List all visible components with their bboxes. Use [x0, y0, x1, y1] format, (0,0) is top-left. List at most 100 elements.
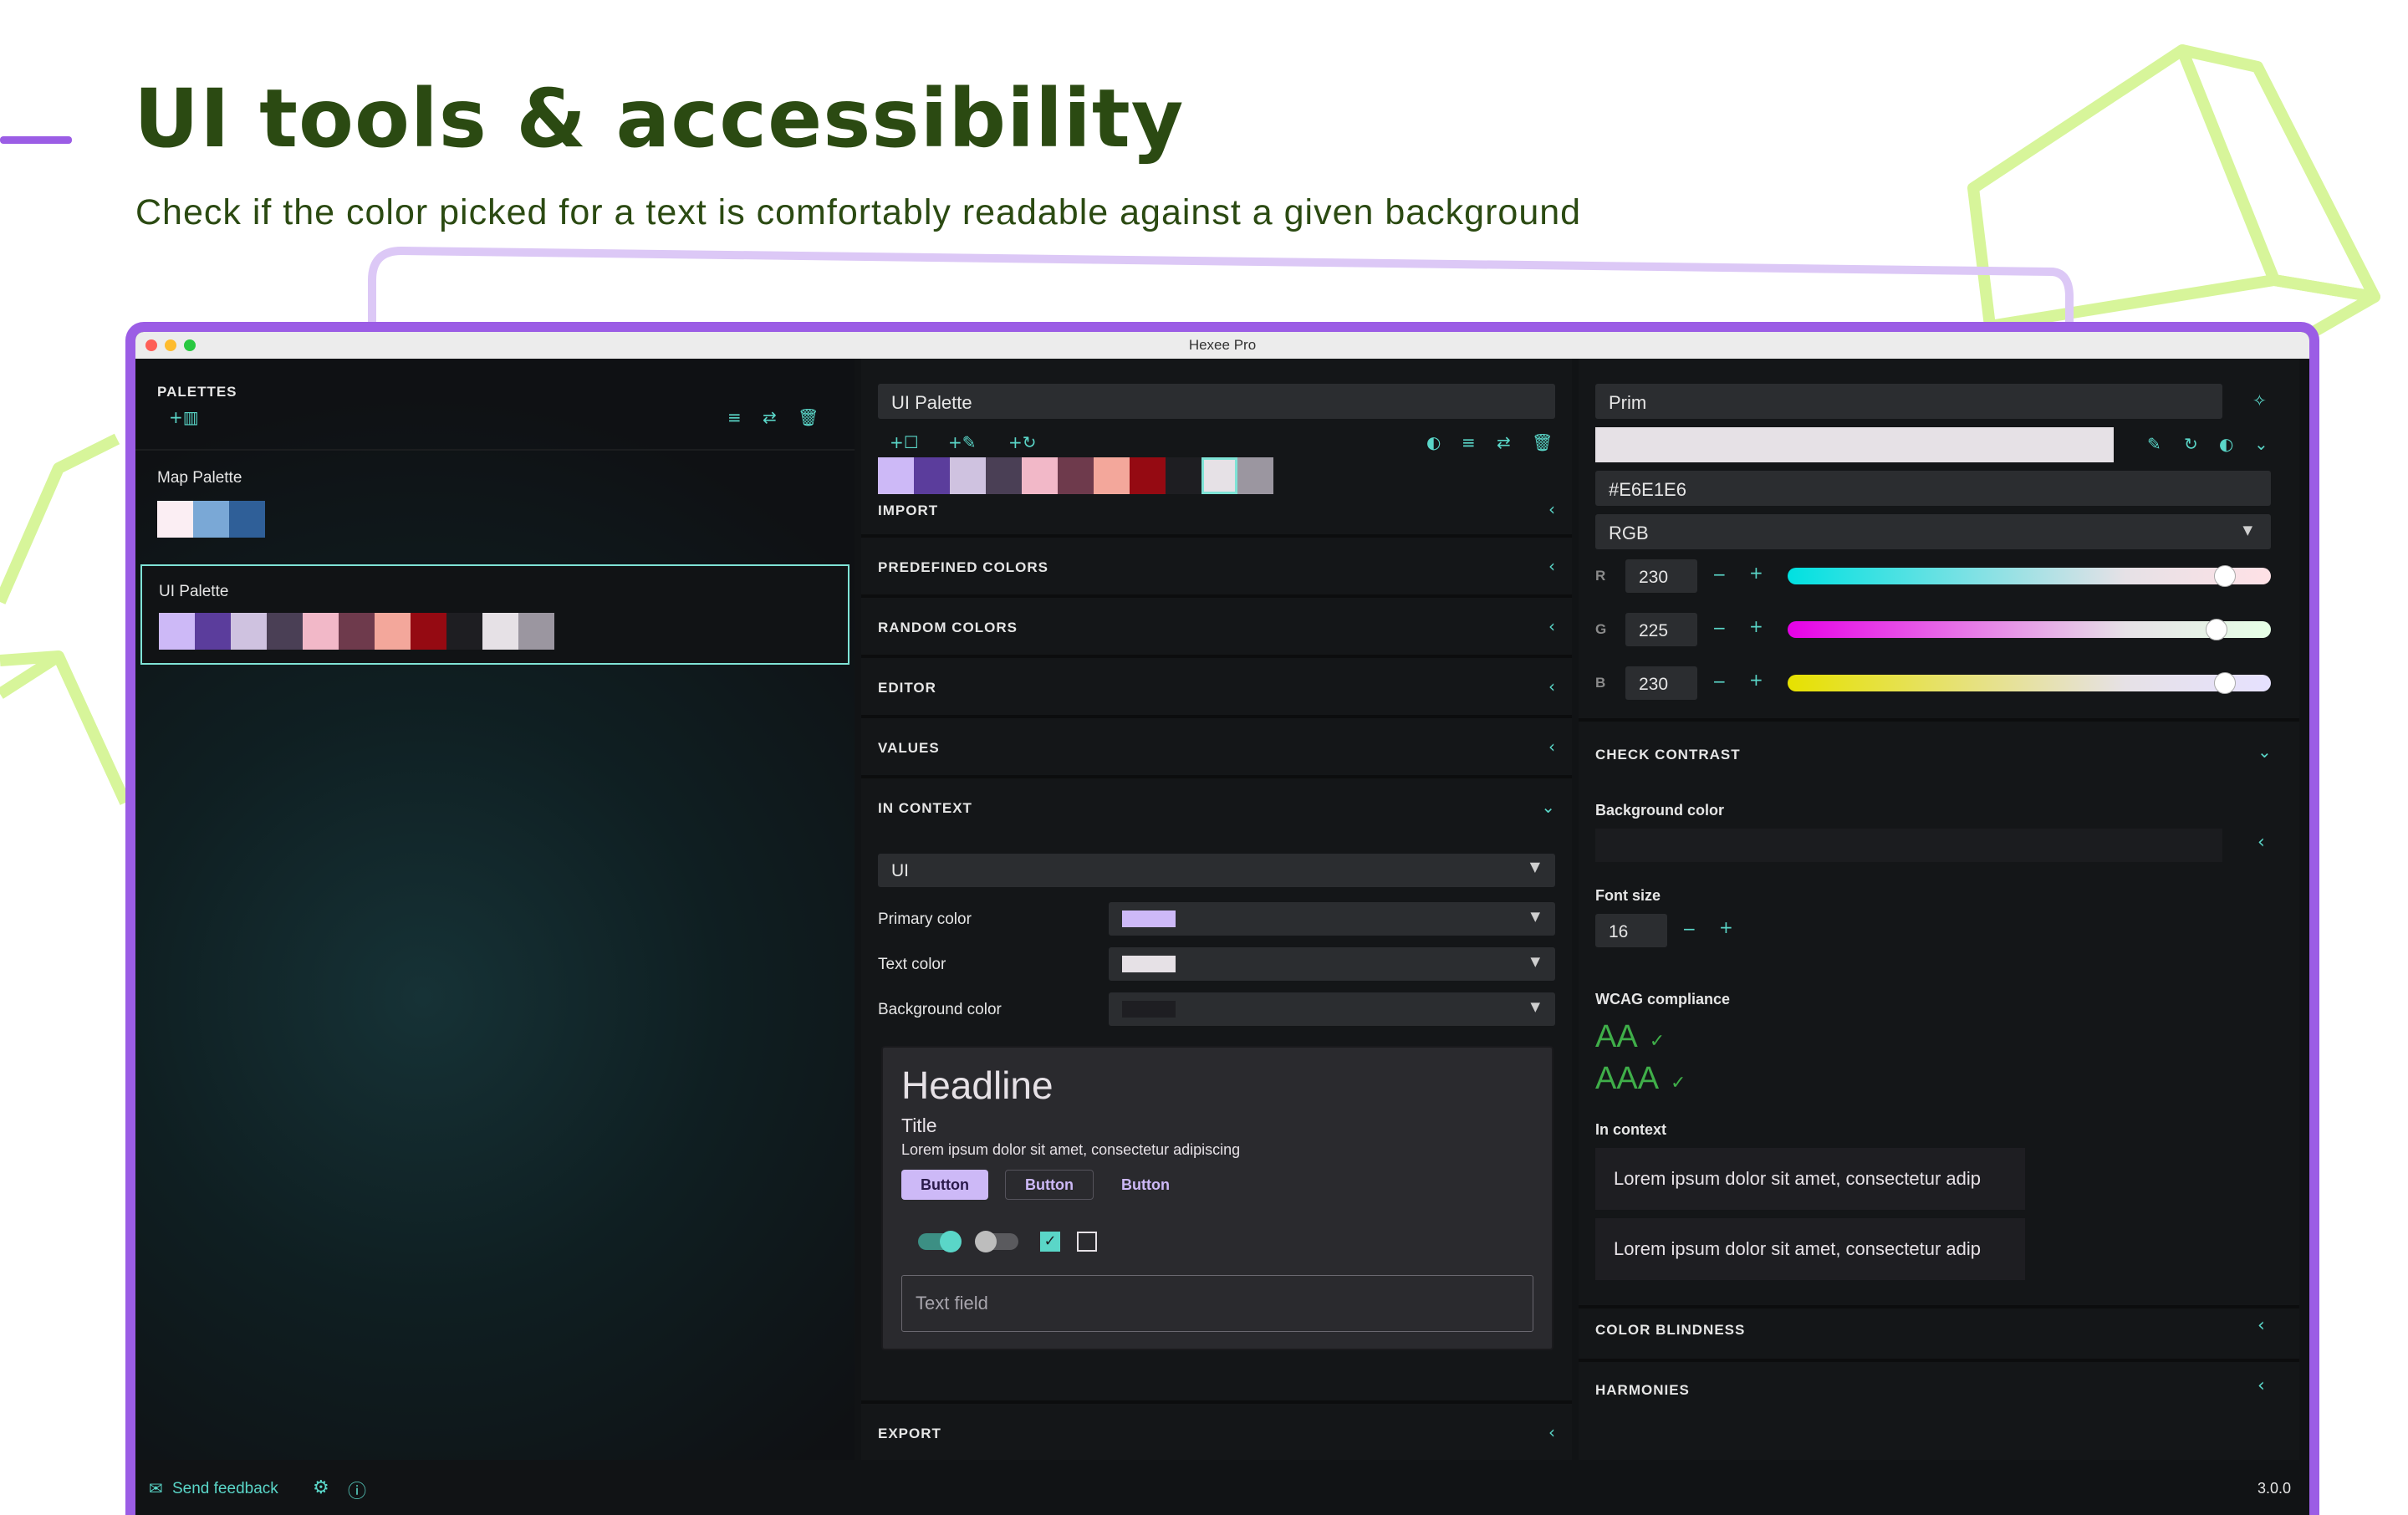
section-editor[interactable]: EDITOR ‹ — [861, 658, 1572, 718]
section-random-colors[interactable]: RANDOM COLORS ‹ — [861, 598, 1572, 658]
checkbox-checked[interactable]: ✓ — [1040, 1232, 1060, 1252]
swatch[interactable] — [159, 613, 195, 650]
section-values[interactable]: VALUES ‹ — [861, 718, 1572, 778]
background-color-select[interactable]: ▼ — [1109, 992, 1555, 1026]
refresh-icon[interactable]: ↻ — [2184, 434, 2198, 454]
chevron-left-icon[interactable]: ‹ — [2258, 1315, 2265, 1336]
info-icon[interactable]: ⓘ — [348, 1477, 366, 1503]
swatch[interactable] — [157, 501, 193, 538]
font-size-input[interactable]: 16 — [1595, 914, 1667, 947]
swatch[interactable] — [195, 613, 231, 650]
minus-icon[interactable]: − — [1712, 618, 1727, 638]
check-contrast-header[interactable]: CHECK CONTRAST — [1595, 747, 1741, 763]
primary-color-select[interactable]: ▼ — [1109, 902, 1555, 936]
swatch[interactable] — [193, 501, 229, 538]
swatch[interactable] — [411, 613, 446, 650]
slider-handle[interactable] — [2214, 565, 2236, 587]
plus-icon[interactable]: + — [1749, 563, 1763, 583]
preview-text-button[interactable]: Button — [1102, 1170, 1189, 1200]
swap-icon[interactable]: ⇄ — [1497, 432, 1511, 452]
swatch[interactable] — [914, 457, 950, 494]
chevron-left-icon[interactable]: ‹ — [2258, 1375, 2265, 1396]
sort-icon[interactable]: ≡ — [727, 407, 742, 427]
swap-icon[interactable]: ⇄ — [763, 407, 777, 427]
add-refresh-icon[interactable]: +↻ — [1008, 432, 1037, 452]
context-select[interactable]: UI ▼ — [878, 854, 1555, 887]
section-predefined-colors[interactable]: PREDEFINED COLORS ‹ — [861, 538, 1572, 598]
swatch[interactable] — [229, 501, 265, 538]
palette-item-map[interactable]: Map Palette — [135, 451, 855, 551]
section-import[interactable]: IMPORT ‹ — [861, 492, 1572, 538]
minimize-window-button[interactable] — [165, 339, 176, 351]
mail-icon[interactable]: ✉ — [149, 1478, 163, 1499]
swatch[interactable] — [231, 613, 267, 650]
gear-icon[interactable]: ⚙ — [313, 1477, 329, 1498]
close-window-button[interactable] — [145, 339, 157, 351]
add-square-icon[interactable]: +☐ — [890, 432, 919, 452]
color-mode-select[interactable]: RGB ▼ — [1595, 514, 2271, 549]
channel-r-input[interactable]: 230 — [1625, 559, 1697, 593]
toggle-on[interactable] — [918, 1231, 962, 1252]
swatch-selected[interactable] — [1201, 457, 1237, 494]
swatch[interactable] — [375, 613, 411, 650]
chevron-left-icon[interactable]: ‹ — [2258, 832, 2265, 853]
contrast-icon[interactable]: ◐ — [1426, 432, 1441, 452]
zoom-window-button[interactable] — [184, 339, 196, 351]
section-harmonies[interactable]: HARMONIES — [1595, 1382, 1690, 1399]
eyedropper-icon[interactable]: ✎ — [2147, 434, 2161, 454]
trash-icon[interactable]: 🗑 — [798, 407, 819, 427]
context-preview-card: Headline Title Lorem ipsum dolor sit ame… — [881, 1046, 1553, 1350]
chevron-down-icon[interactable]: ⌄ — [2254, 434, 2268, 454]
magic-wand-icon[interactable]: ✧ — [2252, 390, 2267, 411]
swatch[interactable] — [267, 613, 303, 650]
swatch[interactable] — [1058, 457, 1094, 494]
minus-icon[interactable]: − — [1712, 564, 1727, 584]
swatch[interactable] — [482, 613, 518, 650]
channel-g-slider[interactable] — [1788, 619, 2271, 640]
channel-b-slider[interactable] — [1788, 672, 2271, 694]
add-picker-icon[interactable]: +✎ — [948, 432, 977, 452]
preview-outlined-button[interactable]: Button — [1005, 1170, 1094, 1200]
swatch[interactable] — [518, 613, 554, 650]
preview-filled-button[interactable]: Button — [901, 1170, 988, 1200]
slider-handle[interactable] — [2214, 672, 2236, 694]
checkbox-unchecked[interactable] — [1077, 1232, 1097, 1252]
swatch[interactable] — [950, 457, 986, 494]
trash-icon[interactable]: 🗑 — [1532, 432, 1553, 452]
plus-icon[interactable]: + — [1749, 670, 1763, 690]
swatch[interactable] — [303, 613, 339, 650]
swatch[interactable] — [1166, 457, 1201, 494]
channel-r-slider[interactable] — [1788, 565, 2271, 587]
swatch[interactable] — [1022, 457, 1058, 494]
bg-color-select[interactable] — [1595, 829, 2222, 862]
section-color-blindness[interactable]: COLOR BLINDNESS — [1595, 1322, 1745, 1339]
text-color-select[interactable]: ▼ — [1109, 947, 1555, 981]
plus-icon[interactable]: + — [1749, 616, 1763, 636]
plus-icon[interactable]: + — [1719, 917, 1733, 937]
sort-icon[interactable]: ≡ — [1462, 432, 1476, 452]
contrast-icon[interactable]: ◐ — [2219, 434, 2233, 454]
swatch[interactable] — [1094, 457, 1130, 494]
channel-b-input[interactable]: 230 — [1625, 666, 1697, 700]
send-feedback-link[interactable]: Send feedback — [172, 1480, 278, 1498]
toggle-off[interactable] — [975, 1231, 1018, 1252]
slider-handle[interactable] — [2206, 619, 2227, 640]
swatch[interactable] — [878, 457, 914, 494]
section-in-context[interactable]: IN CONTEXT ⌄ — [861, 778, 1572, 835]
swatch[interactable] — [1130, 457, 1166, 494]
add-grid-icon[interactable]: +▥ — [169, 407, 199, 427]
hex-input[interactable]: #E6E1E6 — [1595, 471, 2271, 506]
preview-text-field[interactable]: Text field — [901, 1275, 1533, 1332]
minus-icon[interactable]: − — [1712, 671, 1727, 691]
palette-item-ui[interactable]: UI Palette — [140, 564, 849, 665]
channel-g-input[interactable]: 225 — [1625, 613, 1697, 646]
palette-name-input[interactable]: UI Palette — [878, 384, 1555, 419]
swatch[interactable] — [339, 613, 375, 650]
chevron-down-icon[interactable]: ⌄ — [2258, 742, 2272, 762]
minus-icon[interactable]: − — [1682, 919, 1696, 939]
swatch[interactable] — [1237, 457, 1273, 494]
section-export[interactable]: EXPORT ‹ — [861, 1400, 1572, 1461]
swatch[interactable] — [446, 613, 482, 650]
color-name-input[interactable]: Prim — [1595, 384, 2222, 419]
swatch[interactable] — [986, 457, 1022, 494]
